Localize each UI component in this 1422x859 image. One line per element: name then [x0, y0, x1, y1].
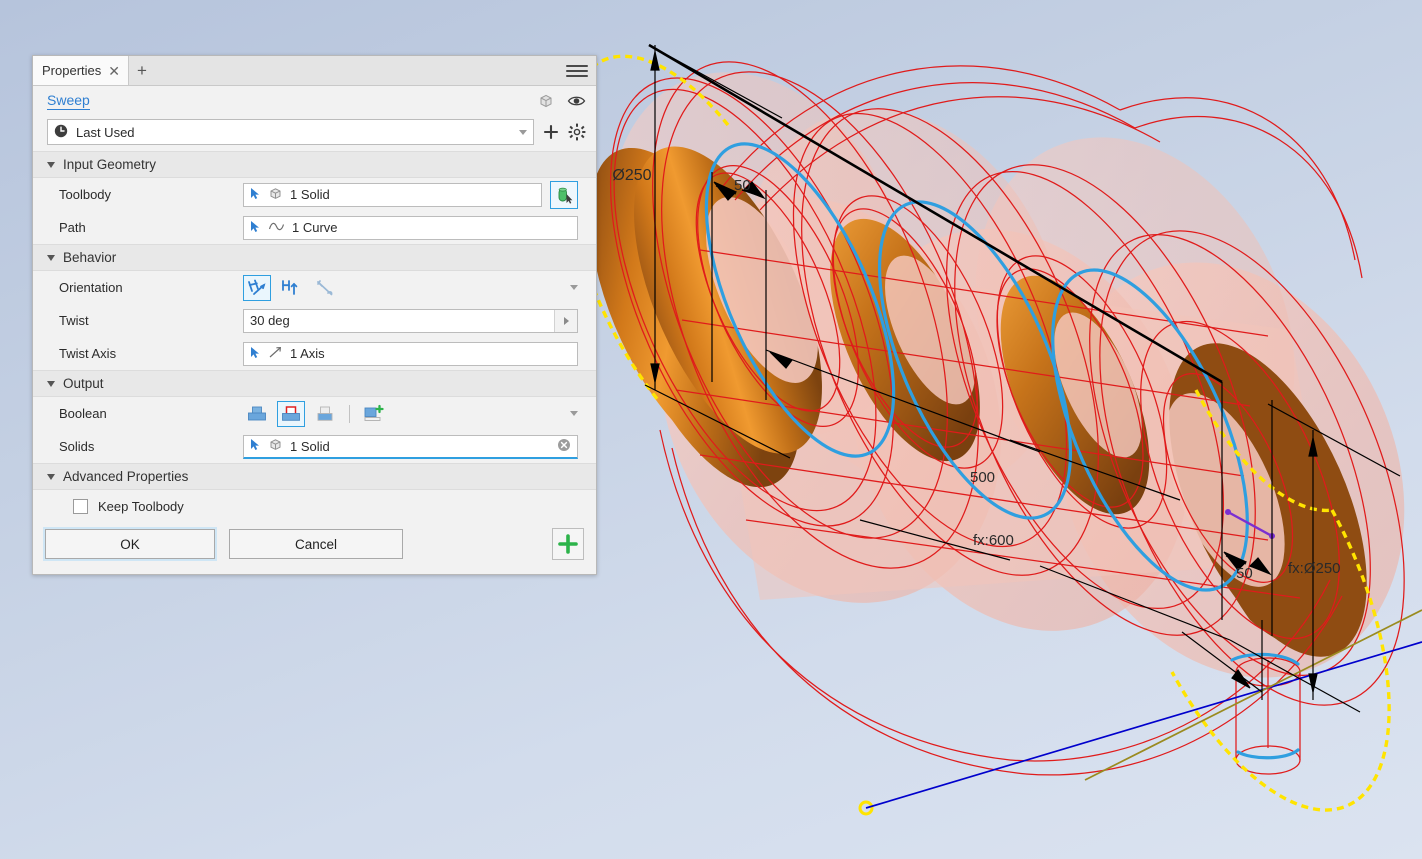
twist-input[interactable]: 30 deg	[243, 308, 578, 333]
cursor-icon	[250, 438, 261, 454]
orientation-label: Orientation	[59, 280, 123, 295]
row-twist-axis: Twist Axis 1 Axis	[33, 337, 596, 370]
cursor-icon	[250, 187, 261, 203]
collapse-arrow-icon	[47, 161, 55, 168]
path-label: Path	[59, 220, 86, 235]
preset-dropdown[interactable]: Last Used	[47, 119, 534, 145]
application-window: Ø250 50 500 fx:600 50 fx:Ø250 Properties…	[0, 0, 1422, 859]
orientation-more-chevron-icon[interactable]	[570, 285, 578, 290]
section-input-geometry-label: Input Geometry	[63, 157, 157, 172]
add-tab-button[interactable]: +	[129, 56, 155, 85]
tab-properties[interactable]: Properties ✕	[33, 56, 129, 85]
orientation-options	[243, 274, 578, 301]
panel-tab-bar: Properties ✕ +	[33, 56, 596, 86]
twist-value: 30 deg	[250, 313, 290, 328]
properties-panel: Properties ✕ + Sweep Last Used Input Geo…	[32, 55, 597, 575]
cursor-icon	[250, 346, 261, 362]
path-field[interactable]: 1 Curve	[243, 215, 578, 240]
collapse-arrow-icon	[47, 473, 55, 480]
dimension-label-width-right: 50	[1236, 565, 1253, 582]
hamburger-menu-icon[interactable]	[566, 56, 588, 85]
curve-icon	[268, 220, 285, 236]
row-boolean: Boolean	[33, 397, 596, 430]
row-twist: Twist 30 deg	[33, 304, 596, 337]
clock-icon	[54, 124, 68, 141]
orientation-option-follow-path[interactable]	[243, 274, 271, 301]
toolbody-label: Toolbody	[59, 187, 112, 202]
preset-row: Last Used	[33, 116, 596, 151]
keep-toolbody-checkbox[interactable]	[73, 498, 88, 514]
dimension-label-diameter-right-expression: fx:Ø250	[1288, 560, 1341, 577]
row-keep-toolbody: Keep Toolbody	[33, 490, 596, 522]
row-solids: Solids 1 Solid	[33, 430, 596, 463]
boolean-option-new-body[interactable]	[360, 401, 388, 427]
twist-label: Twist	[59, 313, 89, 328]
dialog-button-row: OK Cancel	[33, 522, 596, 574]
toolbody-value: 1 Solid	[290, 187, 330, 202]
boolean-option-subtract[interactable]	[277, 400, 305, 427]
row-orientation: Orientation	[33, 271, 596, 304]
section-input-geometry[interactable]: Input Geometry	[33, 151, 596, 178]
twist-axis-value: 1 Axis	[290, 346, 325, 361]
boolean-label: Boolean	[59, 406, 107, 421]
close-icon[interactable]: ✕	[108, 64, 120, 78]
solid-cube-icon	[268, 186, 283, 204]
gear-icon[interactable]	[568, 123, 586, 141]
preset-value: Last Used	[76, 124, 135, 140]
page-title[interactable]: Sweep	[47, 92, 90, 110]
tab-properties-label: Properties	[42, 63, 102, 78]
row-toolbody: Toolbody 1 Solid	[33, 178, 596, 211]
section-behavior-label: Behavior	[63, 250, 117, 265]
boolean-more-chevron-icon[interactable]	[570, 411, 578, 416]
section-advanced-properties[interactable]: Advanced Properties	[33, 463, 596, 490]
section-behavior[interactable]: Behavior	[33, 244, 596, 271]
collapse-arrow-icon	[47, 380, 55, 387]
solids-label: Solids	[59, 439, 95, 454]
green-cylinder-pick-icon[interactable]	[550, 180, 578, 209]
cursor-icon	[250, 220, 261, 236]
twist-expression-button[interactable]	[554, 309, 577, 332]
solids-value: 1 Solid	[290, 438, 330, 454]
orientation-option-no-orientation[interactable]	[311, 275, 339, 301]
cube-icon[interactable]	[537, 92, 555, 110]
eye-icon[interactable]	[567, 94, 586, 108]
divider	[349, 404, 350, 423]
section-output[interactable]: Output	[33, 370, 596, 397]
dimension-label-length-axis: 500	[970, 469, 995, 486]
collapse-arrow-icon	[47, 254, 55, 261]
solids-field[interactable]: 1 Solid	[243, 434, 578, 459]
orientation-option-fixed-direction[interactable]	[277, 275, 305, 301]
axis-arrow-icon	[268, 345, 283, 362]
boolean-option-intersect[interactable]	[311, 401, 339, 427]
section-output-label: Output	[63, 376, 104, 391]
twist-axis-field[interactable]: 1 Axis	[243, 341, 578, 366]
chevron-down-icon[interactable]	[519, 129, 527, 135]
boolean-options	[243, 400, 578, 427]
dimension-label-length-expression: fx:600	[973, 532, 1014, 549]
solid-cube-icon	[268, 437, 283, 455]
dimension-label-diameter-left: Ø250	[612, 167, 651, 184]
ok-button[interactable]: OK	[43, 527, 217, 561]
toolbody-field[interactable]: 1 Solid	[243, 182, 542, 207]
path-value: 1 Curve	[292, 220, 338, 235]
section-advanced-properties-label: Advanced Properties	[63, 469, 189, 484]
clear-circle-icon[interactable]	[557, 438, 571, 455]
keep-toolbody-label: Keep Toolbody	[98, 498, 184, 514]
row-path: Path 1 Curve	[33, 211, 596, 244]
add-feature-button[interactable]	[552, 528, 584, 560]
boolean-option-unite[interactable]	[243, 401, 271, 427]
add-preset-button[interactable]	[542, 123, 560, 141]
panel-title-row: Sweep	[33, 86, 596, 116]
cancel-button[interactable]: Cancel	[229, 529, 403, 559]
twist-axis-label: Twist Axis	[59, 346, 117, 361]
dimension-label-width-left: 50	[734, 177, 751, 194]
